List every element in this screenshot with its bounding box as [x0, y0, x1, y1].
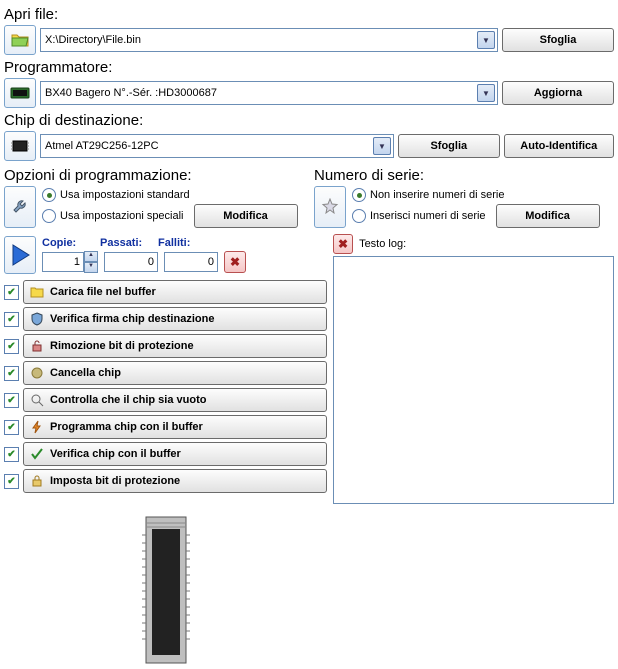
checkbox-checked-icon[interactable]: ✔: [4, 420, 19, 435]
radio-icon: [352, 209, 366, 223]
open-file-label: Apri file:: [4, 6, 614, 23]
prog-opt-special[interactable]: Usa impostazioni speciali Modifica: [42, 204, 298, 228]
radio-checked-icon: [352, 188, 366, 202]
erase-icon: [30, 366, 44, 380]
reset-button[interactable]: ✖: [224, 251, 246, 273]
step-verify-chip: ✔Verifica chip con il buffer: [4, 442, 327, 466]
check-icon: [30, 447, 44, 461]
failed-label: Falliti:: [158, 237, 204, 249]
checkbox-checked-icon[interactable]: ✔: [4, 312, 19, 327]
copies-input[interactable]: 1 ▲▼: [42, 251, 98, 273]
passed-label: Passati:: [100, 237, 150, 249]
unlock-icon: [30, 339, 44, 353]
auto-identify-button[interactable]: Auto-Identifica: [504, 134, 614, 158]
edit-prog-options-button[interactable]: Modifica: [194, 204, 298, 228]
programmer-text: BX40 Bagero N°.-Sér. :HD3000687: [45, 87, 477, 99]
target-chip-label: Chip di destinazione:: [4, 112, 614, 129]
prog-opt-standard[interactable]: Usa impostazioni standard: [42, 188, 298, 202]
file-path-text: X:\Directory\File.bin: [45, 34, 477, 46]
checkbox-checked-icon[interactable]: ✔: [4, 393, 19, 408]
programmer-combo[interactable]: BX40 Bagero N°.-Sér. :HD3000687 ▼: [40, 81, 498, 105]
play-button[interactable]: [4, 236, 36, 274]
step-erase-chip: ✔Cancella chip: [4, 361, 327, 385]
serial-opt-insert[interactable]: Inserisci numeri di serie Modifica: [352, 204, 600, 228]
programmer-label: Programmatore:: [4, 59, 614, 76]
browse-chip-button[interactable]: Sfoglia: [398, 134, 500, 158]
checkbox-checked-icon[interactable]: ✔: [4, 474, 19, 489]
steps-list: ✔Carica file nel buffer ✔Verifica firma …: [4, 280, 327, 493]
passed-value: 0: [104, 252, 158, 272]
lightning-icon: [30, 420, 44, 434]
wrench-icon[interactable]: [4, 186, 36, 228]
step-blank-check: ✔Controlla che il chip sia vuoto: [4, 388, 327, 412]
failed-value: 0: [164, 252, 218, 272]
chip-socket-illustration: [4, 515, 327, 665]
edit-serial-button[interactable]: Modifica: [496, 204, 600, 228]
step-remove-protection: ✔Rimozione bit di protezione: [4, 334, 327, 358]
step-program-chip: ✔Programma chip con il buffer: [4, 415, 327, 439]
log-textarea[interactable]: [333, 256, 614, 504]
radio-icon: [42, 209, 56, 223]
log-label: Testo log:: [359, 238, 406, 250]
checkbox-checked-icon[interactable]: ✔: [4, 339, 19, 354]
shield-icon: [30, 312, 44, 326]
step-verify-signature: ✔Verifica firma chip destinazione: [4, 307, 327, 331]
browse-file-button[interactable]: Sfoglia: [502, 28, 614, 52]
checkbox-checked-icon[interactable]: ✔: [4, 447, 19, 462]
programmer-icon[interactable]: [4, 78, 36, 108]
refresh-button[interactable]: Aggiorna: [502, 81, 614, 105]
folder-icon[interactable]: [4, 25, 36, 55]
lock-icon: [30, 474, 44, 488]
prog-options-label: Opzioni di programmazione:: [4, 167, 304, 184]
chevron-down-icon[interactable]: ▼: [477, 84, 495, 102]
step-set-protection: ✔Imposta bit di protezione: [4, 469, 327, 493]
chevron-down-icon[interactable]: ▼: [477, 31, 495, 49]
star-icon[interactable]: [314, 186, 346, 228]
file-path-combo[interactable]: X:\Directory\File.bin ▼: [40, 28, 498, 52]
serial-opt-none[interactable]: Non inserire numeri di serie: [352, 188, 600, 202]
checkbox-checked-icon[interactable]: ✔: [4, 366, 19, 381]
checkbox-checked-icon[interactable]: ✔: [4, 285, 19, 300]
copies-label: Copie:: [42, 237, 92, 249]
step-load-file: ✔Carica file nel buffer: [4, 280, 327, 304]
chip-combo[interactable]: Atmel AT29C256-12PC ▼: [40, 134, 394, 158]
serial-label: Numero di serie:: [314, 167, 614, 184]
chevron-down-icon[interactable]: ▼: [373, 137, 391, 155]
radio-checked-icon: [42, 188, 56, 202]
magnifier-icon: [30, 393, 44, 407]
chip-icon[interactable]: [4, 131, 36, 161]
folder-small-icon: [30, 285, 44, 299]
chip-text: Atmel AT29C256-12PC: [45, 140, 373, 152]
clear-log-button[interactable]: ✖: [333, 234, 353, 254]
